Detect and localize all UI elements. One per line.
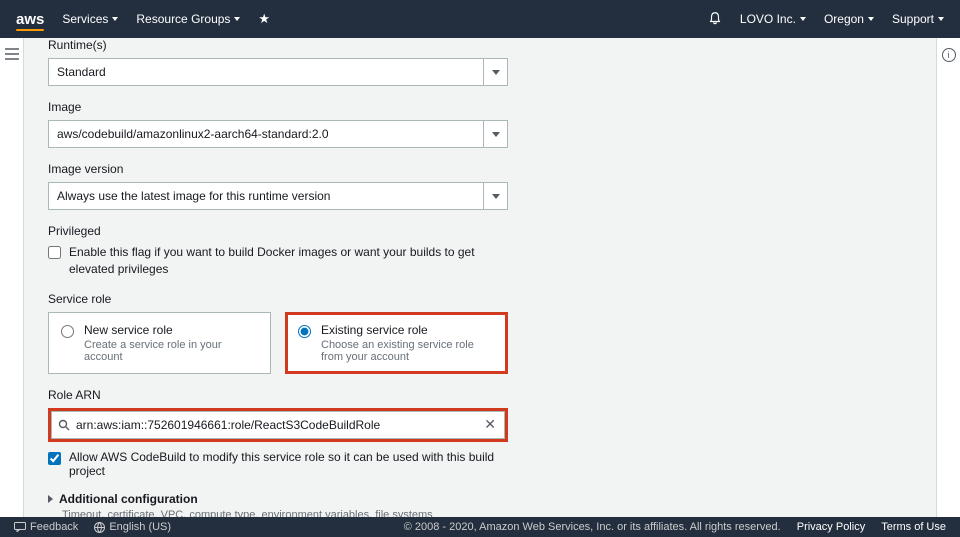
nav-resource-groups-label: Resource Groups <box>136 12 230 26</box>
main-content: Runtime(s) Standard Image aws/codebuild/… <box>24 38 936 517</box>
language-label: English (US) <box>109 521 171 533</box>
privacy-link[interactable]: Privacy Policy <box>797 521 865 533</box>
pin-icon[interactable]: ★ <box>258 11 270 27</box>
chevron-down-icon <box>868 17 874 21</box>
left-rail <box>0 38 24 517</box>
chevron-down-icon <box>938 17 944 21</box>
service-role-group: Service role New service role Create a s… <box>48 292 508 374</box>
copyright-text: © 2008 - 2020, Amazon Web Services, Inc.… <box>404 521 781 533</box>
runtime-label: Runtime(s) <box>48 38 508 52</box>
top-nav: aws Services Resource Groups ★ LOVO Inc.… <box>0 0 960 38</box>
nav-region-label: Oregon <box>824 12 864 26</box>
new-service-role-tile[interactable]: New service role Create a service role i… <box>48 312 271 374</box>
nav-services[interactable]: Services <box>62 12 118 26</box>
runtime-select[interactable]: Standard <box>48 58 508 86</box>
nav-support-label: Support <box>892 12 934 26</box>
terms-link[interactable]: Terms of Use <box>881 521 946 533</box>
aws-logo[interactable]: aws <box>16 11 44 28</box>
feedback-link[interactable]: Feedback <box>14 521 78 533</box>
privileged-label: Privileged <box>48 224 508 238</box>
service-role-label: Service role <box>48 292 508 306</box>
chevron-down-icon <box>112 17 118 21</box>
nav-account[interactable]: LOVO Inc. <box>740 12 806 26</box>
existing-service-role-title: Existing service role <box>321 323 495 337</box>
chevron-right-icon <box>48 495 53 503</box>
image-select[interactable]: aws/codebuild/amazonlinux2-aarch64-stand… <box>48 120 508 148</box>
runtime-group: Runtime(s) Standard <box>48 38 508 86</box>
existing-service-role-radio[interactable] <box>298 325 311 338</box>
role-arn-group: Role ARN ✕ Allow AWS CodeBuild to modify… <box>48 388 508 478</box>
feedback-label: Feedback <box>30 521 78 533</box>
right-rail: i <box>936 38 960 517</box>
role-arn-highlighted: ✕ <box>48 408 508 442</box>
chevron-down-icon <box>234 17 240 21</box>
role-arn-input[interactable] <box>76 412 476 438</box>
runtime-value: Standard <box>48 58 508 86</box>
privileged-checkbox[interactable] <box>48 246 61 259</box>
privileged-group: Privileged Enable this flag if you want … <box>48 224 508 278</box>
nav-account-label: LOVO Inc. <box>740 12 796 26</box>
privileged-checkbox-label: Enable this flag if you want to build Do… <box>69 244 508 278</box>
nav-services-label: Services <box>62 12 108 26</box>
image-version-value: Always use the latest image for this run… <box>48 182 508 210</box>
role-arn-label: Role ARN <box>48 388 508 402</box>
image-label: Image <box>48 100 508 114</box>
image-group: Image aws/codebuild/amazonlinux2-aarch64… <box>48 100 508 148</box>
menu-icon[interactable] <box>5 48 19 63</box>
nav-support[interactable]: Support <box>892 12 944 26</box>
search-icon <box>52 419 76 431</box>
additional-config-desc: Timeout, certificate, VPC, compute type,… <box>62 509 508 517</box>
allow-modify-checkbox[interactable] <box>48 452 61 465</box>
image-value: aws/codebuild/amazonlinux2-aarch64-stand… <box>48 120 508 148</box>
allow-modify-label: Allow AWS CodeBuild to modify this servi… <box>69 450 508 478</box>
info-icon[interactable]: i <box>942 48 956 62</box>
clear-icon[interactable]: ✕ <box>476 416 504 433</box>
nav-resource-groups[interactable]: Resource Groups <box>136 12 240 26</box>
nav-region[interactable]: Oregon <box>824 12 874 26</box>
new-service-role-title: New service role <box>84 323 258 337</box>
language-link[interactable]: English (US) <box>94 521 171 533</box>
additional-config-title: Additional configuration <box>59 492 198 506</box>
existing-service-role-tile[interactable]: Existing service role Choose an existing… <box>285 312 508 374</box>
chevron-down-icon <box>800 17 806 21</box>
image-version-group: Image version Always use the latest imag… <box>48 162 508 210</box>
image-version-select[interactable]: Always use the latest image for this run… <box>48 182 508 210</box>
bottom-bar: Feedback English (US) © 2008 - 2020, Ama… <box>0 517 960 537</box>
existing-service-role-desc: Choose an existing service role from you… <box>321 339 495 363</box>
bell-icon[interactable] <box>708 11 722 28</box>
additional-config-expander[interactable]: Additional configuration Timeout, certif… <box>48 492 508 517</box>
image-version-label: Image version <box>48 162 508 176</box>
new-service-role-radio[interactable] <box>61 325 74 338</box>
new-service-role-desc: Create a service role in your account <box>84 339 258 363</box>
